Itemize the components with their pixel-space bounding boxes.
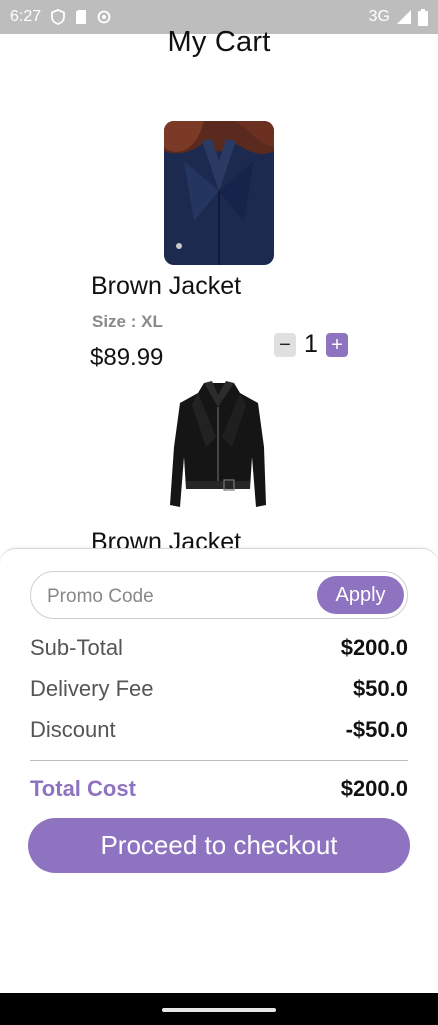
signal-icon: [396, 9, 412, 25]
battery-icon: [418, 8, 428, 26]
item-name: Brown Jacket: [91, 272, 242, 300]
promo-code-field: Apply: [30, 571, 408, 619]
product-image[interactable]: [164, 121, 274, 265]
decrease-quantity-button[interactable]: −: [274, 332, 296, 357]
order-summary-sheet: Apply Sub-Total $200.0 Delivery Fee $50.…: [0, 548, 438, 994]
item-size: Size : XL: [92, 312, 163, 331]
status-time: 6:27: [10, 8, 42, 25]
product-image[interactable]: [166, 377, 272, 517]
navy-coat-image: [164, 121, 274, 265]
shield-icon: [51, 9, 66, 25]
quantity-value: 1: [304, 330, 318, 358]
discount-row: Discount -$50.0: [30, 717, 408, 743]
discount-label: Discount: [30, 717, 116, 742]
sim-card-icon: [75, 9, 87, 25]
apply-button[interactable]: Apply: [317, 576, 404, 614]
discount-value: -$50.0: [345, 717, 408, 742]
delivery-fee-value: $50.0: [352, 676, 408, 701]
promo-code-input[interactable]: [45, 582, 309, 612]
total-cost-label: Total Cost: [30, 776, 136, 801]
page-title: My Cart: [167, 26, 271, 58]
divider: [30, 760, 408, 761]
subtotal-row: Sub-Total $200.0: [30, 635, 408, 661]
home-handle[interactable]: [162, 1008, 276, 1012]
increase-quantity-button[interactable]: +: [326, 332, 348, 357]
black-leather-jacket-image: [166, 377, 272, 517]
checkout-button[interactable]: Proceed to checkout: [28, 818, 410, 873]
notification-icon: [97, 10, 111, 24]
item-price: $89.99: [90, 344, 164, 371]
delivery-fee-row: Delivery Fee $50.0: [30, 676, 408, 702]
delivery-fee-label: Delivery Fee: [30, 676, 154, 701]
quantity-stepper: − 1 +: [274, 330, 348, 359]
total-cost-value: $200.0: [340, 776, 408, 801]
network-type: 3G: [368, 8, 390, 25]
subtotal-value: $200.0: [340, 635, 408, 660]
total-cost-row: Total Cost $200.0: [30, 776, 408, 802]
subtotal-label: Sub-Total: [30, 635, 123, 660]
navigation-bar: [0, 993, 438, 1025]
